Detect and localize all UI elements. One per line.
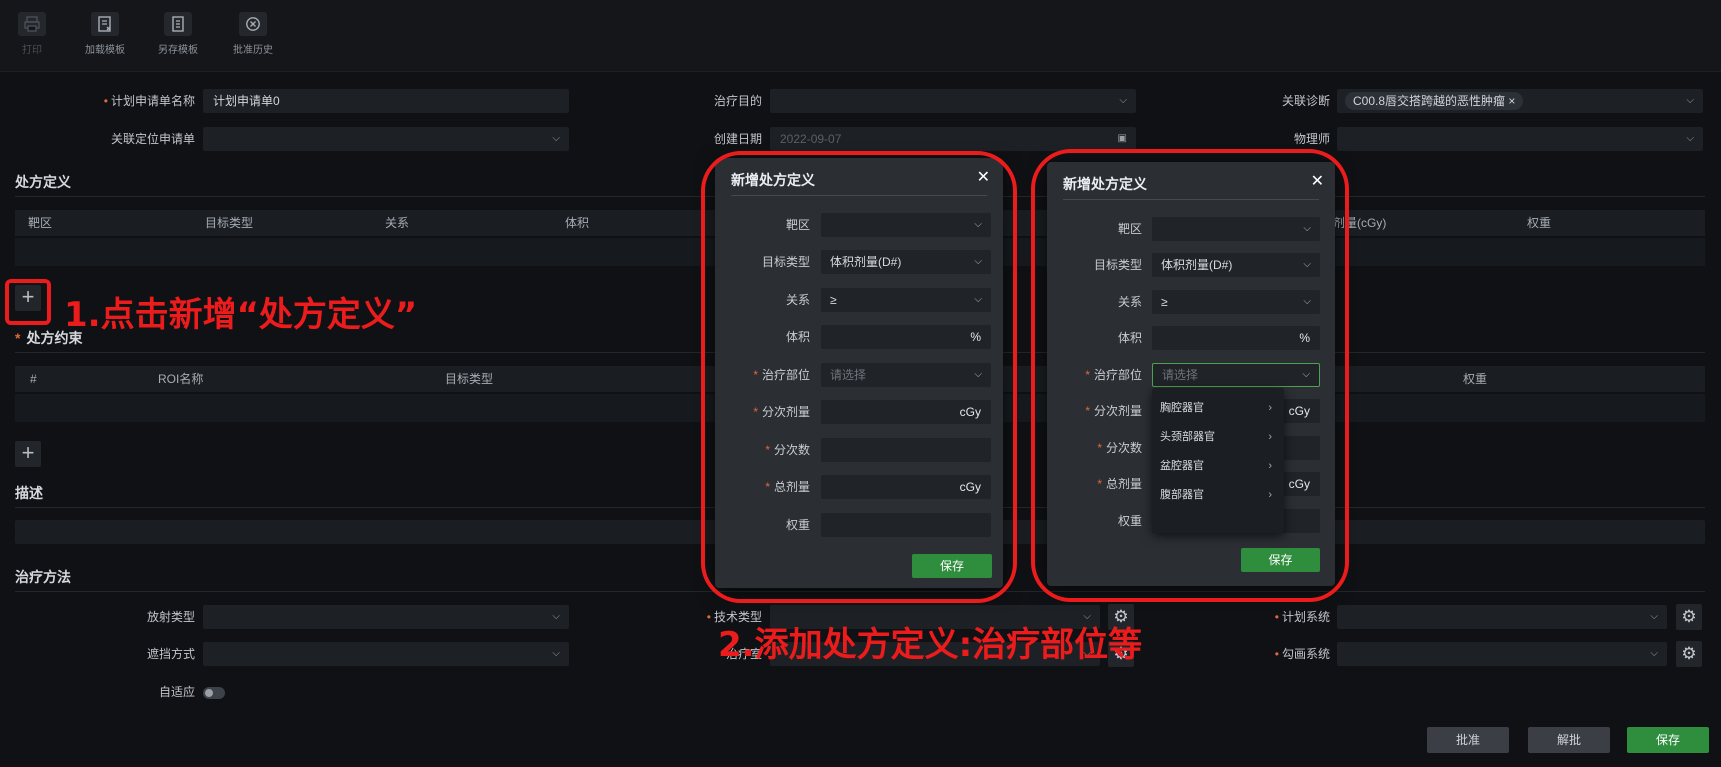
created-date-label: 创建日期 [713,132,762,146]
col-volume: 体积 [565,216,590,230]
gear-icon: ⚙ [1681,607,1697,626]
printer-icon [18,12,46,36]
contouring-system-settings-button[interactable]: ⚙ [1676,641,1702,667]
chevron-down-icon: ⌵ [1650,648,1658,659]
radiation-type-select[interactable]: ⌵ [203,605,569,629]
save-as-template-button[interactable]: 另存模板 [146,12,210,56]
save-as-template-label: 另存模板 [158,45,198,56]
annotation-step1: 1.点击新增“处方定义” [64,295,418,335]
contouring-system-label: • 勾画系统 [1274,647,1330,661]
annotation-step2: 2.添加处方定义:治疗部位等 [718,625,1143,665]
contouring-system-select[interactable]: ⌵ [1337,642,1667,666]
print-label: 打印 [22,45,42,56]
col-roi-name: ROI名称 [158,372,204,386]
unapprove-button[interactable]: 解批 [1528,727,1610,753]
adaptive-toggle[interactable] [203,687,225,699]
related-diagnosis-label: 关联诊断 [1281,94,1330,108]
gear-icon: ⚙ [1681,644,1697,663]
col-index: # [30,372,37,386]
planning-system-label: • 计划系统 [1274,610,1330,624]
radiation-type-label: 放射类型 [146,610,195,624]
physicist-label: 物理师 [1293,132,1330,146]
blocking-select[interactable]: ⌵ [203,642,569,666]
col-goal-type: 目标类型 [445,372,494,386]
plan-name-input[interactable]: 计划申请单0 [203,89,569,113]
annotation-ring-right-dialog [1031,149,1349,602]
approval-history-button[interactable]: 批准历史 [221,12,285,56]
add-prescription-constraint-button[interactable]: + [15,441,41,467]
col-relation: 关系 [385,216,410,230]
col-weight: 权重 [1527,216,1552,230]
chevron-down-icon: ⌵ [552,611,560,622]
tag-remove-icon[interactable]: × [1508,94,1515,108]
planning-system-select[interactable]: ⌵ [1337,605,1667,629]
print-button[interactable]: 打印 [0,12,64,56]
chevron-down-icon: ⌵ [1119,95,1127,106]
footer-save-button[interactable]: 保存 [1627,727,1709,753]
related-location-label: 关联定位申请单 [110,132,195,146]
plan-name-label: • 计划申请单名称 [103,94,195,108]
annotation-ring-left-dialog [701,151,1017,603]
load-template-button[interactable]: 加载模板 [73,12,137,56]
blocking-label: 遮挡方式 [146,647,195,661]
adaptive-label: 自适应 [158,685,195,699]
related-location-select[interactable]: ⌵ [203,127,569,151]
related-diagnosis-select[interactable]: C00.8唇交搭跨越的恶性肿瘤 × ⌵ [1337,89,1703,113]
annotation-highlight-add [5,279,51,325]
chevron-down-icon: ⌵ [1650,611,1658,622]
load-template-icon [91,12,119,36]
treatment-goal-select[interactable]: ⌵ [770,89,1136,113]
planning-system-settings-button[interactable]: ⚙ [1676,604,1702,630]
col-goal-type: 目标类型 [205,216,254,230]
chevron-down-icon: ⌵ [1686,133,1694,144]
history-icon [239,12,267,36]
toolbar: 打印 加载模板 另存模板 批准历史 [0,0,1721,72]
treatment-goal-label: 治疗目的 [713,94,762,108]
save-template-icon [164,12,192,36]
calendar-icon: ▣ [1117,133,1127,144]
chevron-down-icon: ⌵ [552,648,560,659]
treatment-method-title: 治疗方法 [15,569,71,585]
diagnosis-tag: C00.8唇交搭跨越的恶性肿瘤 × [1345,92,1524,110]
chevron-down-icon: ⌵ [1686,95,1694,106]
col-weight: 权重 [1463,372,1488,386]
physicist-select[interactable]: ⌵ [1337,127,1703,151]
load-template-label: 加载模板 [85,45,125,56]
col-target: 靶区 [28,216,53,230]
prescription-def-title: 处方定义 [15,174,71,190]
description-title: 描述 [15,485,43,501]
approve-button[interactable]: 批准 [1427,727,1509,753]
chevron-down-icon: ⌵ [552,133,560,144]
created-date-input: 2022-09-07 ▣ [770,127,1136,151]
approval-history-label: 批准历史 [233,45,273,56]
